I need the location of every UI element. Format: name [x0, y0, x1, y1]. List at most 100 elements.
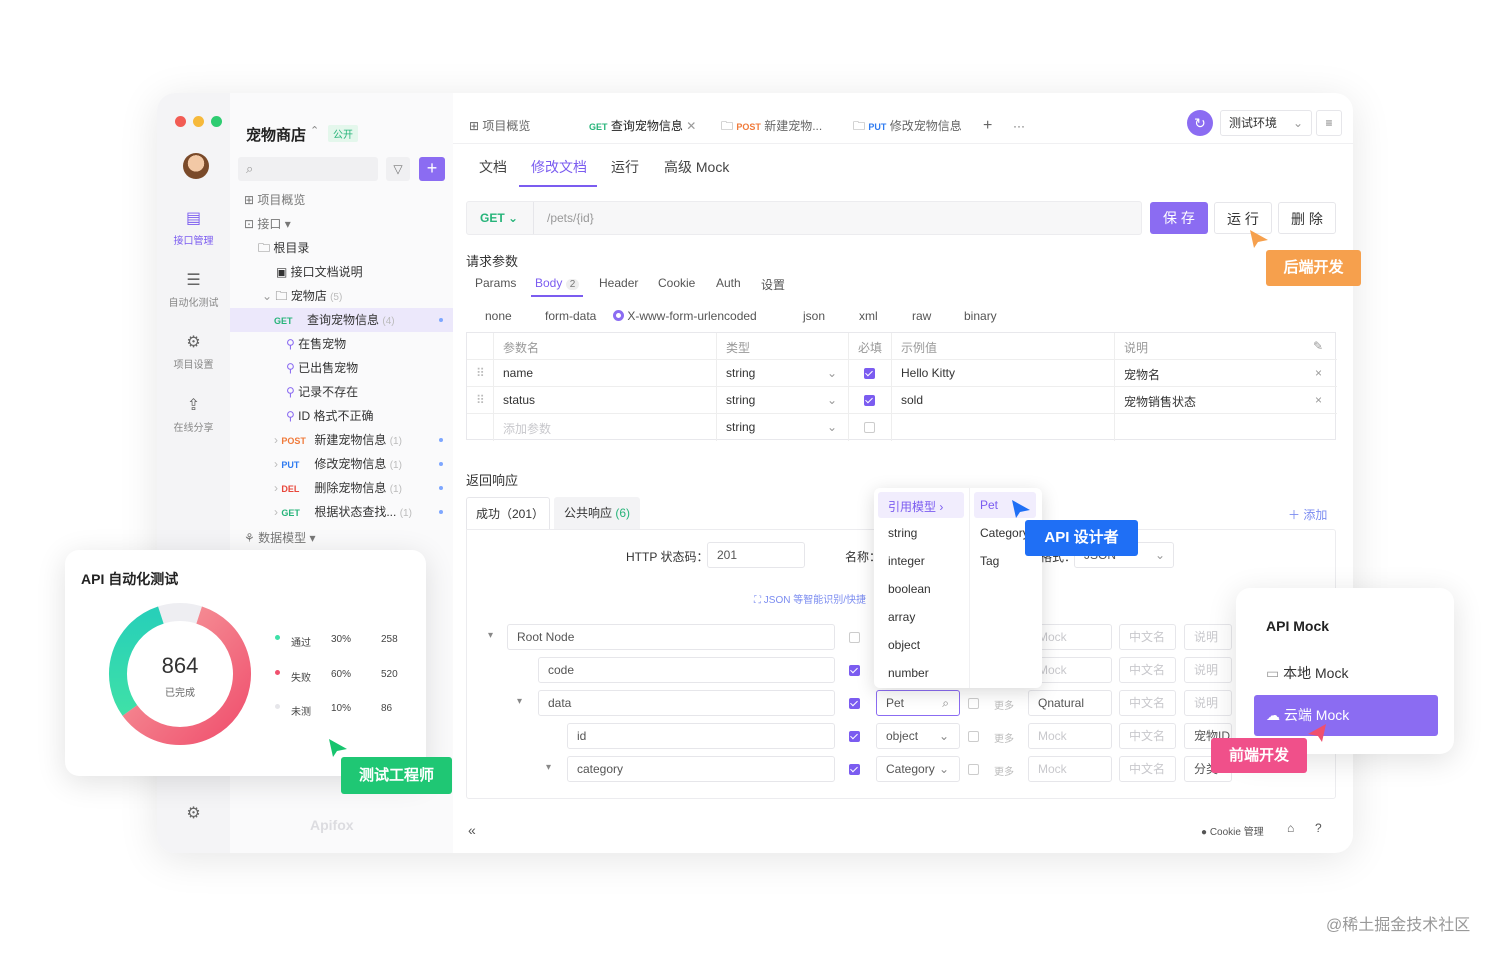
table-cell[interactable]: string [726, 393, 755, 407]
required-checkbox[interactable] [849, 764, 860, 775]
save-button[interactable]: 保 存 [1150, 202, 1208, 234]
tab-post-pet[interactable]: 🗀 POST 新建宠物... [721, 111, 822, 141]
maximize-dot[interactable] [211, 116, 222, 127]
sync-icon[interactable]: ↻ [1187, 110, 1213, 136]
menu-item[interactable]: number [888, 666, 929, 680]
tab-header[interactable]: Header [599, 276, 638, 290]
menu-item[interactable]: string [888, 526, 917, 540]
cookie-link[interactable]: ● Cookie 管理 [1201, 823, 1264, 838]
table-cell[interactable]: Hello Kitty [901, 366, 955, 380]
subtab-edit[interactable]: 修改文档 [531, 157, 587, 177]
tree-case[interactable]: ⚲ 在售宠物 [230, 332, 453, 356]
menu-item[interactable]: Tag [980, 554, 999, 568]
body-type-none[interactable]: none [485, 309, 512, 323]
chevron-down-icon[interactable]: ▾ [517, 696, 522, 707]
required-checkbox[interactable] [864, 422, 875, 433]
tab-body[interactable]: Body 2 [535, 276, 580, 290]
tab-success[interactable]: 成功（201） [466, 497, 550, 529]
json-hint-link[interactable]: ⛶ JSON 等智能识别/快捷 [754, 591, 866, 606]
avatar[interactable] [183, 153, 209, 179]
add-tab-icon[interactable]: + [983, 111, 992, 141]
node-name[interactable]: code [538, 657, 835, 683]
tab-put-pet[interactable]: 🗀 PUT 修改宠物信息 [853, 111, 962, 141]
table-cell[interactable]: status [503, 393, 535, 407]
mock-input[interactable]: Qnatural [1028, 690, 1112, 716]
close-icon[interactable]: × [1315, 366, 1322, 380]
desc-input[interactable]: 说明 [1184, 624, 1232, 650]
body-type-json[interactable]: json [803, 309, 825, 323]
subtab-mock[interactable]: 高级 Mock [664, 157, 729, 177]
tree-item[interactable]: › DEL 删除宠物信息 (1) [230, 476, 453, 500]
more-icon[interactable]: ··· [1013, 111, 1025, 141]
desc-input[interactable]: 说明 [1184, 657, 1232, 683]
node-name[interactable]: id [567, 723, 835, 749]
drag-handle[interactable]: ⠿ [476, 366, 485, 380]
gear-icon[interactable]: ⚙ [157, 805, 230, 827]
more-link[interactable]: 更多 [994, 697, 1014, 712]
cloud-mock-item[interactable]: ☁ 云端 Mock [1254, 695, 1438, 736]
add-button[interactable]: + [419, 157, 445, 181]
body-type-raw[interactable]: raw [912, 309, 931, 323]
tab-cookie[interactable]: Cookie [658, 276, 695, 290]
project-name[interactable]: 宠物商店 [246, 124, 306, 145]
chevron-down-icon[interactable]: ▾ [488, 630, 493, 641]
chevron-down-icon[interactable]: ⌃ [310, 124, 319, 137]
close-icon[interactable]: × [1315, 393, 1322, 407]
required-checkbox[interactable] [849, 698, 860, 709]
tree-folder[interactable]: ⌄ 🗀 宠物店 (5) [230, 284, 453, 308]
rail-item-test[interactable]: ☰ 自动化测试 [157, 272, 230, 309]
nullable-checkbox[interactable] [968, 764, 979, 775]
nullable-checkbox[interactable] [968, 698, 979, 709]
required-checkbox[interactable] [864, 368, 875, 379]
type-select[interactable]: Pet ⌕ [876, 690, 960, 716]
table-cell[interactable]: sold [901, 393, 923, 407]
menu-item[interactable]: array [888, 610, 915, 624]
shirt-icon[interactable]: ⌂ [1287, 821, 1294, 835]
required-checkbox[interactable] [849, 632, 860, 643]
tree-item[interactable]: › GET 根据状态查找... (1) [230, 500, 453, 524]
tab-auth[interactable]: Auth [716, 276, 741, 290]
path-input[interactable]: /pets/{id} [547, 211, 594, 225]
menu-item[interactable]: object [888, 638, 920, 652]
tree-item[interactable]: › PUT 修改宠物信息 (1) [230, 452, 453, 476]
table-cell[interactable]: string [726, 366, 755, 380]
ref-model-item[interactable]: 引用模型 › [888, 498, 943, 515]
cn-name-input[interactable]: 中文名 [1119, 657, 1176, 683]
mock-input[interactable]: Mock [1028, 756, 1112, 782]
menu-item[interactable]: Category [980, 526, 1029, 540]
subtab-doc[interactable]: 文档 [479, 157, 507, 177]
edit-icon[interactable]: ✎ [1313, 339, 1323, 353]
status-input[interactable]: 201 [707, 542, 805, 568]
add-param-input[interactable]: 添加参数 [503, 420, 551, 437]
tree-case[interactable]: ⚲ 已出售宠物 [230, 356, 453, 380]
node-name[interactable]: Root Node [507, 624, 835, 650]
menu-item[interactable]: Pet [980, 498, 998, 512]
desc-input[interactable]: 说明 [1184, 690, 1232, 716]
table-cell[interactable]: name [503, 366, 533, 380]
tab-get-pet[interactable]: GET 查询宠物信息 ✕ [581, 111, 709, 141]
collapse-icon[interactable]: « [468, 822, 476, 838]
menu-item[interactable]: integer [888, 554, 925, 568]
tree-case[interactable]: ⚲ ID 格式不正确 [230, 404, 453, 428]
tree-overview[interactable]: ⊞ 项目概览 [230, 188, 453, 212]
tree-doc[interactable]: ▣ 接口文档说明 [230, 260, 453, 284]
drag-handle[interactable]: ⠿ [476, 393, 485, 407]
local-mock-item[interactable]: ▭ 本地 Mock [1266, 663, 1348, 683]
menu-item[interactable]: boolean [888, 582, 931, 596]
filter-icon[interactable]: ▽ [386, 157, 410, 181]
mock-input[interactable]: Mock [1028, 723, 1112, 749]
delete-button[interactable]: 删 除 [1278, 202, 1336, 234]
required-checkbox[interactable] [849, 665, 860, 676]
rail-item-share[interactable]: ⇪ 在线分享 [157, 397, 230, 434]
type-select[interactable]: object ⌄ [876, 723, 960, 749]
body-type-form[interactable]: form-data [545, 309, 596, 323]
close-icon[interactable]: ✕ [686, 119, 696, 133]
body-type-urlencoded[interactable]: X-www-form-urlencoded [613, 309, 757, 323]
help-icon[interactable]: ? [1315, 821, 1322, 835]
cn-name-input[interactable]: 中文名 [1119, 690, 1176, 716]
body-type-binary[interactable]: binary [964, 309, 997, 323]
search-input[interactable]: ⌕ [238, 157, 378, 181]
rail-item-api[interactable]: ▤ 接口管理 [157, 210, 230, 247]
required-checkbox[interactable] [864, 395, 875, 406]
more-link[interactable]: 更多 [994, 763, 1014, 778]
